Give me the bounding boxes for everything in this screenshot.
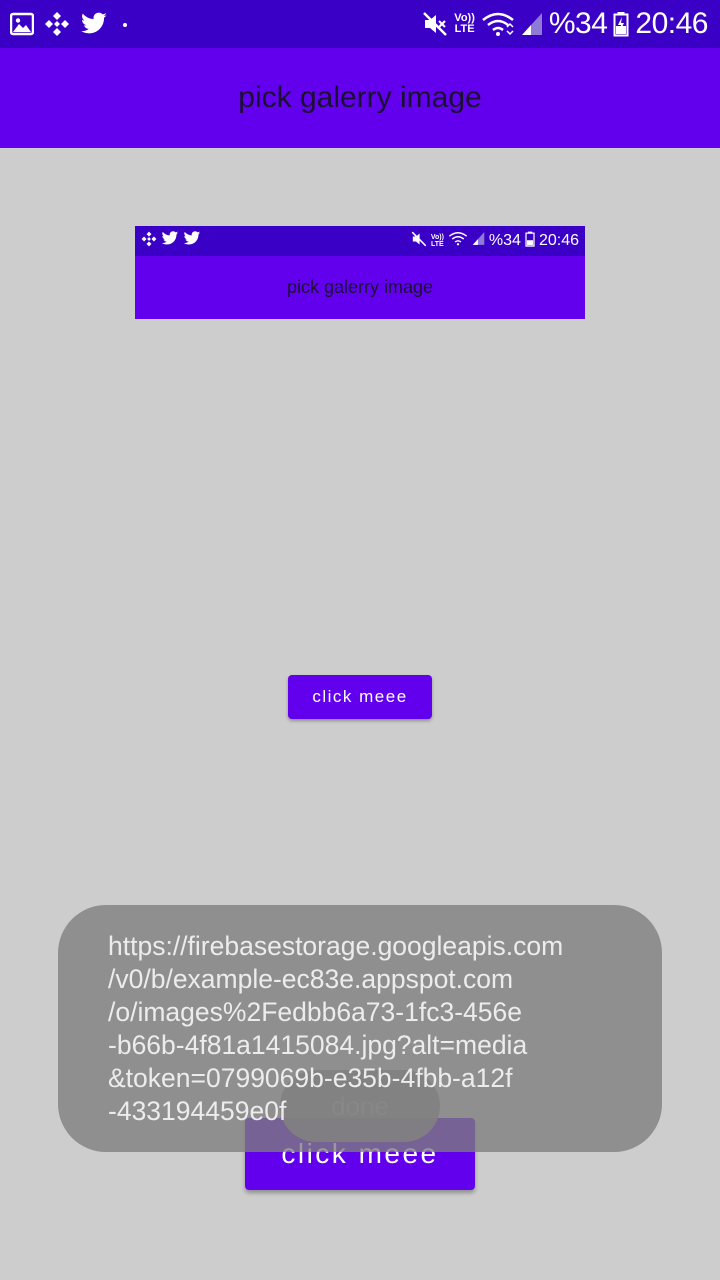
url-toast-text: https://firebasestorage.googleapis.com /…: [108, 931, 564, 1126]
volte-bottom-label: LTE: [431, 241, 444, 248]
wifi-icon: [448, 231, 468, 251]
url-toast: https://firebasestorage.googleapis.com /…: [58, 905, 662, 1152]
app-bar: pick galerry image: [0, 48, 720, 148]
preview-status-bar: Vo)) LTE %34 20:46: [135, 226, 585, 256]
twitter-icon: [183, 231, 201, 251]
battery-icon: [613, 11, 629, 37]
volte-bottom-label: LTE: [454, 23, 475, 35]
click-meee-button[interactable]: click meee: [288, 675, 432, 719]
status-bar-left: [10, 10, 132, 38]
status-bar-right: Vo)) LTE %34 20:46: [422, 6, 708, 42]
battery-icon: [525, 231, 535, 252]
picked-image-preview: Vo)) LTE %34 20:46 pick galerry image: [135, 226, 585, 319]
mute-icon: [422, 11, 448, 37]
volte-icon: Vo)) LTE: [454, 13, 475, 35]
app-screen: Vo)) LTE %34 20:46 pick galerry image Vo…: [0, 0, 720, 1280]
preview-status-right: Vo)) LTE %34 20:46: [411, 231, 579, 251]
volte-icon: Vo)) LTE: [431, 234, 444, 248]
preview-status-left: [141, 231, 201, 251]
signal-icon: [521, 11, 543, 37]
dot-icon: [118, 12, 132, 36]
mute-icon: [411, 231, 427, 252]
wifi-icon: [481, 11, 515, 37]
gallery-icon: [10, 12, 34, 36]
twitter-icon: [161, 231, 179, 251]
twitter-icon: [80, 12, 108, 36]
preview-title: pick galerry image: [286, 277, 434, 297]
preview-app-bar: pick galerry image: [135, 256, 585, 319]
app-title: pick galerry image: [238, 81, 482, 114]
volte-top-label: Vo)): [430, 234, 444, 241]
battery-percent: %34: [548, 7, 608, 40]
clock: 20:46: [635, 7, 708, 40]
battery-percent: %34: [488, 232, 521, 249]
clock: 20:46: [538, 232, 579, 249]
binance-icon: [141, 231, 157, 252]
status-bar: Vo)) LTE %34 20:46: [0, 0, 720, 48]
binance-icon: [44, 11, 70, 37]
click-meee-button-label: click meee: [312, 687, 408, 706]
signal-icon: [472, 231, 485, 251]
